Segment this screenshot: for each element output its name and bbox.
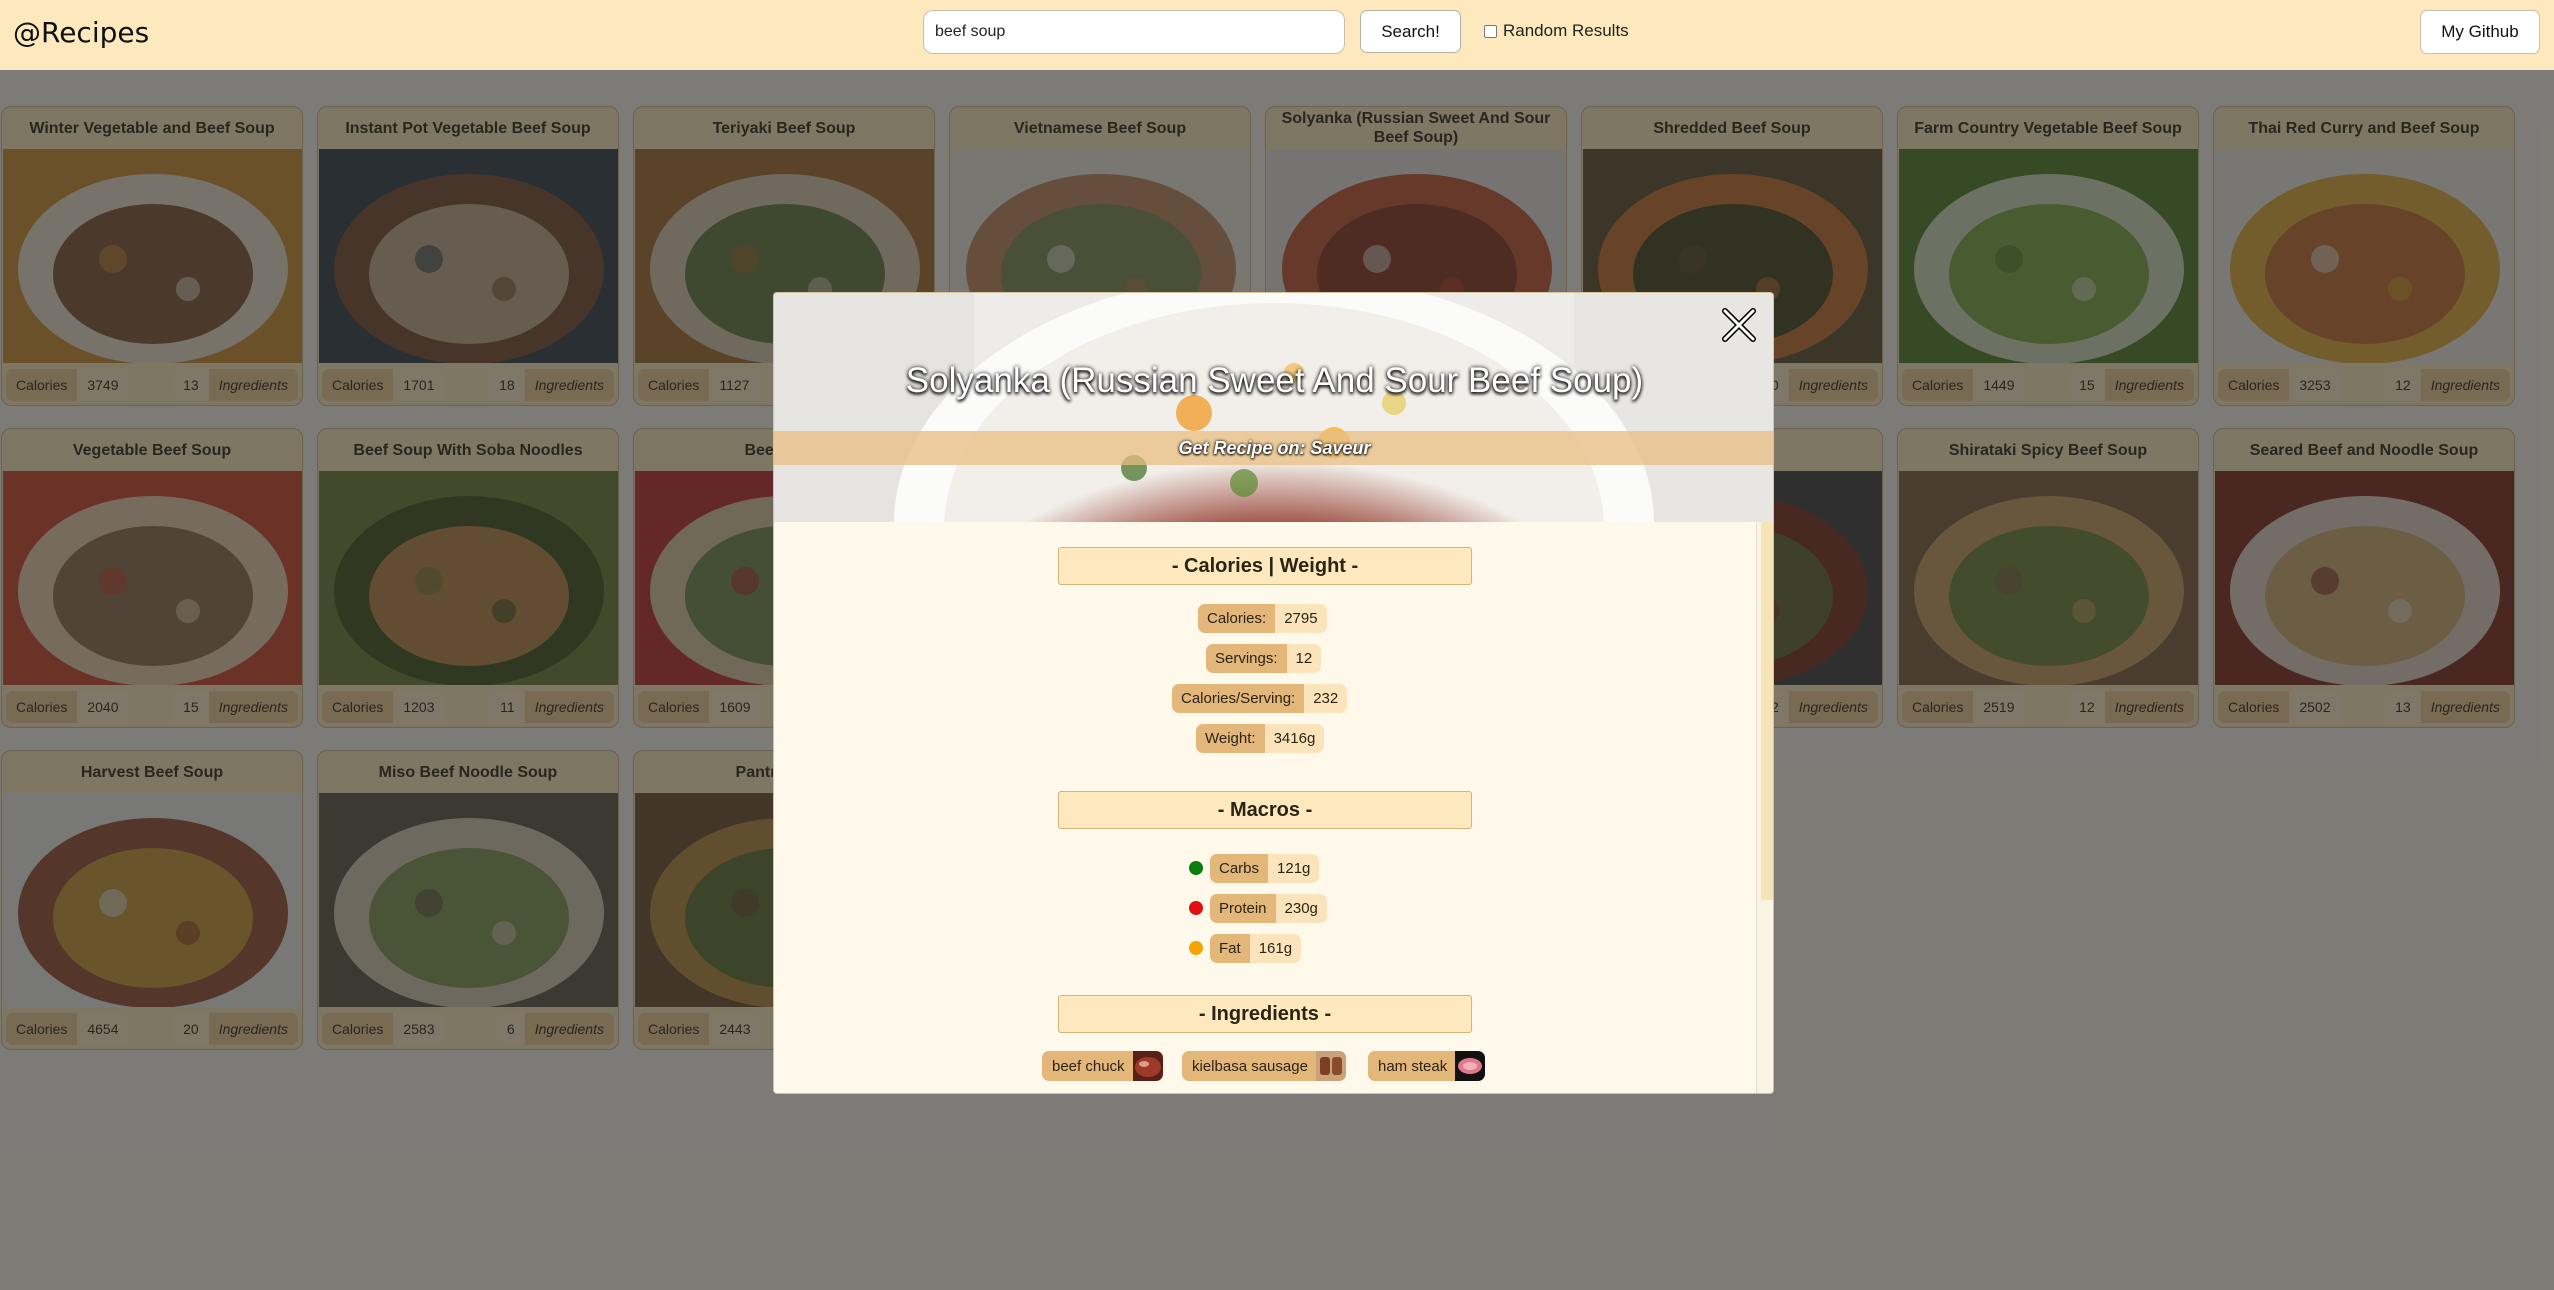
ingredient-name: beef chuck bbox=[1052, 1057, 1125, 1075]
stat-calories-per-serving: Calories/Serving: 232 bbox=[1172, 684, 1348, 713]
ingredients-heading: - Ingredients - bbox=[1058, 995, 1472, 1033]
stat-weight: Weight: 3416g bbox=[1196, 724, 1325, 753]
search-button[interactable]: Search! bbox=[1360, 10, 1461, 53]
recipe-hero-image bbox=[774, 293, 1773, 522]
random-results-label: Random Results bbox=[1503, 21, 1629, 40]
random-results-toggle[interactable]: Random Results bbox=[1484, 21, 1629, 41]
fat-dot bbox=[1189, 941, 1203, 955]
protein-dot bbox=[1189, 901, 1203, 915]
random-results-checkbox[interactable] bbox=[1484, 24, 1497, 38]
macro-carbs: Carbs 121g bbox=[1210, 854, 1320, 883]
recipe-link-band: Get Recipe on: Saveur bbox=[774, 431, 1773, 465]
stat-label: Calories: bbox=[1198, 604, 1276, 633]
modal-scrollbar[interactable] bbox=[1756, 522, 1773, 1093]
ingredient-name: ham steak bbox=[1378, 1057, 1448, 1075]
github-button[interactable]: My Github bbox=[2420, 10, 2540, 54]
macro-label: Fat bbox=[1210, 934, 1250, 963]
close-icon[interactable] bbox=[1719, 305, 1759, 345]
recipe-title: Solyanka (Russian Sweet And Sour Beef So… bbox=[905, 361, 1644, 400]
stat-value: 232 bbox=[1304, 684, 1348, 713]
stat-label: Weight: bbox=[1196, 724, 1265, 753]
app-header: @Recipes Search! Random Results My Githu… bbox=[0, 0, 2554, 70]
stat-value: 3416g bbox=[1264, 724, 1325, 753]
stat-label: Servings: bbox=[1206, 644, 1287, 673]
ingredient-thumbnail bbox=[1455, 1051, 1486, 1081]
macro-value: 230g bbox=[1275, 894, 1327, 923]
ingredient-chip[interactable]: ham steak bbox=[1368, 1051, 1486, 1081]
brand-logo[interactable]: @Recipes bbox=[13, 16, 149, 49]
modal-scrollbar-thumb[interactable] bbox=[1761, 522, 1773, 900]
macro-label: Protein bbox=[1210, 894, 1276, 923]
search-input[interactable] bbox=[923, 10, 1345, 54]
macros-heading: - Macros - bbox=[1058, 791, 1472, 829]
macro-protein: Protein 230g bbox=[1210, 894, 1327, 923]
macro-fat: Fat 161g bbox=[1210, 934, 1302, 963]
stat-servings: Servings: 12 bbox=[1206, 644, 1322, 673]
stat-calories: Calories: 2795 bbox=[1198, 604, 1327, 633]
carbs-dot bbox=[1189, 861, 1203, 875]
ingredient-thumbnail bbox=[1315, 1051, 1346, 1081]
ingredient-chip[interactable]: beef chuck bbox=[1042, 1051, 1163, 1081]
ingredient-chip[interactable]: kielbasa sausage bbox=[1182, 1051, 1346, 1081]
macro-value: 121g bbox=[1268, 854, 1320, 883]
macro-value: 161g bbox=[1249, 934, 1302, 963]
recipe-details[interactable]: - Calories | Weight - Calories: 2795 Ser… bbox=[774, 522, 1756, 1093]
stat-label: Calories/Serving: bbox=[1172, 684, 1305, 713]
ingredient-thumbnail bbox=[1132, 1051, 1163, 1081]
macro-label: Carbs bbox=[1210, 854, 1269, 883]
stat-value: 2795 bbox=[1275, 604, 1327, 633]
calories-weight-heading: - Calories | Weight - bbox=[1058, 547, 1472, 585]
recipe-modal: Solyanka (Russian Sweet And Sour Beef So… bbox=[773, 292, 1774, 1094]
recipe-source-link[interactable]: Get Recipe on: Saveur bbox=[1178, 438, 1370, 459]
stat-value: 12 bbox=[1286, 644, 1322, 673]
ingredient-name: kielbasa sausage bbox=[1192, 1057, 1308, 1075]
recipe-hero: Solyanka (Russian Sweet And Sour Beef So… bbox=[774, 293, 1773, 522]
